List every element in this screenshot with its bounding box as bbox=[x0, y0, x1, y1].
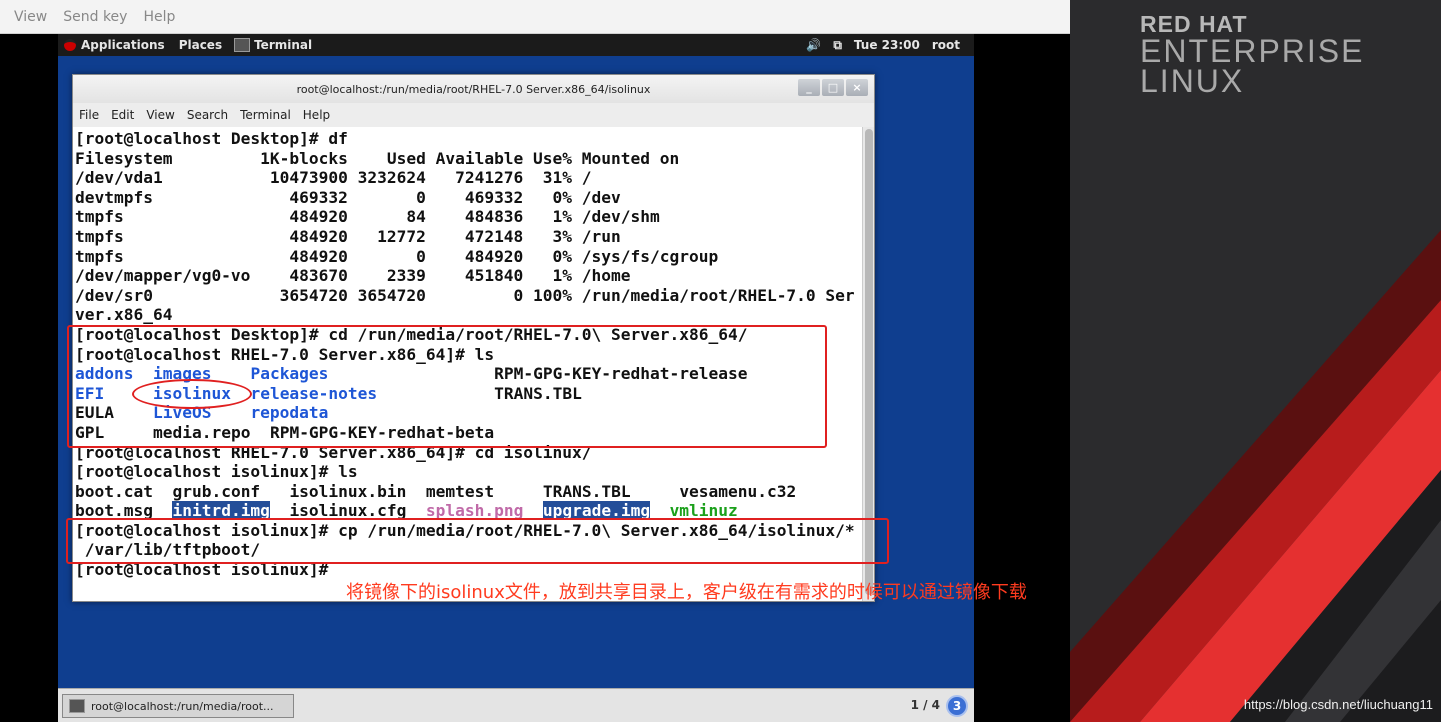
annotation-note: 将镜像下的isolinux文件，放到共享目录上，客户级在有需求的时候可以通过镜像… bbox=[346, 582, 1027, 603]
top-bar-status: 🔊 ⧉ Tue 23:00 root bbox=[806, 38, 974, 53]
viewer-right-margin bbox=[974, 34, 1070, 722]
menu-search[interactable]: Search bbox=[187, 108, 228, 122]
menu-view[interactable]: View bbox=[146, 108, 174, 122]
taskbar-task-label: root@localhost:/run/media/root... bbox=[91, 699, 274, 713]
menu-help[interactable]: Help bbox=[303, 108, 330, 122]
logo-line-linux: LINUX bbox=[1140, 63, 1245, 99]
applications-label: Applications bbox=[81, 38, 165, 52]
annotation-ellipse-isolinux bbox=[132, 379, 252, 409]
output-line: Filesystem 1K-blocks Used Available Use%… bbox=[75, 148, 680, 168]
terminal-menubar: File Edit View Search Terminal Help bbox=[73, 103, 874, 127]
redhat-icon bbox=[64, 39, 76, 51]
viewer-left-margin bbox=[0, 34, 58, 722]
applications-menu[interactable]: Applications bbox=[58, 38, 165, 52]
viewer-menu-view[interactable]: View bbox=[14, 9, 47, 25]
output-line: devtmpfs 469332 0 469332 0% /dev bbox=[75, 187, 621, 207]
ls-entry: boot.cat bbox=[75, 481, 153, 501]
user-menu[interactable]: root bbox=[932, 38, 960, 52]
ls-entry: grub.conf bbox=[172, 481, 261, 501]
window-controls: _ □ × bbox=[798, 79, 868, 96]
volume-icon[interactable]: 🔊 bbox=[806, 38, 821, 52]
terminal-icon bbox=[69, 699, 85, 713]
viewer-menubar: View Send key Help bbox=[0, 0, 1070, 34]
ls-entry: TRANS.TBL bbox=[542, 481, 631, 501]
output-line: tmpfs 484920 12772 472148 3% /run bbox=[75, 226, 621, 246]
output-line: [root@localhost Desktop]# df bbox=[75, 129, 348, 148]
terminal-title: root@localhost:/run/media/root/RHEL-7.0 … bbox=[296, 82, 651, 96]
output-line: [root@localhost isolinux]# ls bbox=[75, 462, 358, 482]
output-line: ver.x86_64 bbox=[75, 305, 173, 325]
ls-entry: memtest bbox=[425, 481, 495, 501]
ls-row: boot.cat grub.conf isolinux.bin memtest … bbox=[75, 482, 863, 502]
viewer-menu-help[interactable]: Help bbox=[143, 9, 175, 25]
clock[interactable]: Tue 23:00 bbox=[854, 38, 920, 52]
output-line: /dev/sr0 3654720 3654720 0 100% /run/med… bbox=[75, 285, 855, 305]
display-icon[interactable]: ⧉ bbox=[833, 38, 842, 53]
ls-entry: isolinux.bin bbox=[289, 481, 407, 501]
menu-edit[interactable]: Edit bbox=[111, 108, 134, 122]
output-line: tmpfs 484920 84 484836 1% /dev/shm bbox=[75, 207, 660, 227]
minimize-button[interactable]: _ bbox=[798, 79, 820, 96]
ls-entry: vesamenu.c32 bbox=[679, 481, 797, 501]
logo-line-enterprise: ENTERPRISE bbox=[1140, 33, 1365, 69]
redhat-logo: RED HAT ENTERPRISE LINUX bbox=[1140, 12, 1365, 99]
gnome-top-bar: Applications Places Terminal 🔊 ⧉ Tue 23:… bbox=[58, 34, 974, 56]
workspace-icon[interactable]: 3 bbox=[946, 695, 968, 717]
viewer-menu-send-key[interactable]: Send key bbox=[63, 9, 127, 25]
terminal-launcher-label: Terminal bbox=[254, 38, 313, 52]
bottom-taskbar: root@localhost:/run/media/root... 1 / 4 … bbox=[58, 688, 974, 722]
output-line: /dev/mapper/vg0-vo 483670 2339 451840 1%… bbox=[75, 266, 631, 286]
menu-file[interactable]: File bbox=[79, 108, 99, 122]
terminal-titlebar[interactable]: root@localhost:/run/media/root/RHEL-7.0 … bbox=[73, 75, 874, 103]
workspace-pager[interactable]: 1 / 4 bbox=[911, 698, 940, 712]
terminal-launcher[interactable]: Terminal bbox=[234, 38, 312, 52]
taskbar-terminal-button[interactable]: root@localhost:/run/media/root... bbox=[62, 694, 294, 718]
places-menu[interactable]: Places bbox=[179, 38, 222, 52]
menu-terminal[interactable]: Terminal bbox=[240, 108, 291, 122]
output-line: tmpfs 484920 0 484920 0% /sys/fs/cgroup bbox=[75, 246, 719, 266]
watermark-url: https://blog.csdn.net/liuchuang11 bbox=[1243, 697, 1433, 712]
annotation-box-cp bbox=[66, 518, 889, 564]
redhat-wallpaper: RED HAT ENTERPRISE LINUX https://blog.cs… bbox=[1070, 0, 1441, 722]
output-line: /dev/vda1 10473900 3232624 7241276 31% / bbox=[75, 168, 592, 188]
terminal-icon bbox=[234, 38, 251, 52]
maximize-button[interactable]: □ bbox=[822, 79, 844, 96]
wallpaper-stripes bbox=[1070, 230, 1441, 722]
close-button[interactable]: × bbox=[846, 79, 868, 96]
